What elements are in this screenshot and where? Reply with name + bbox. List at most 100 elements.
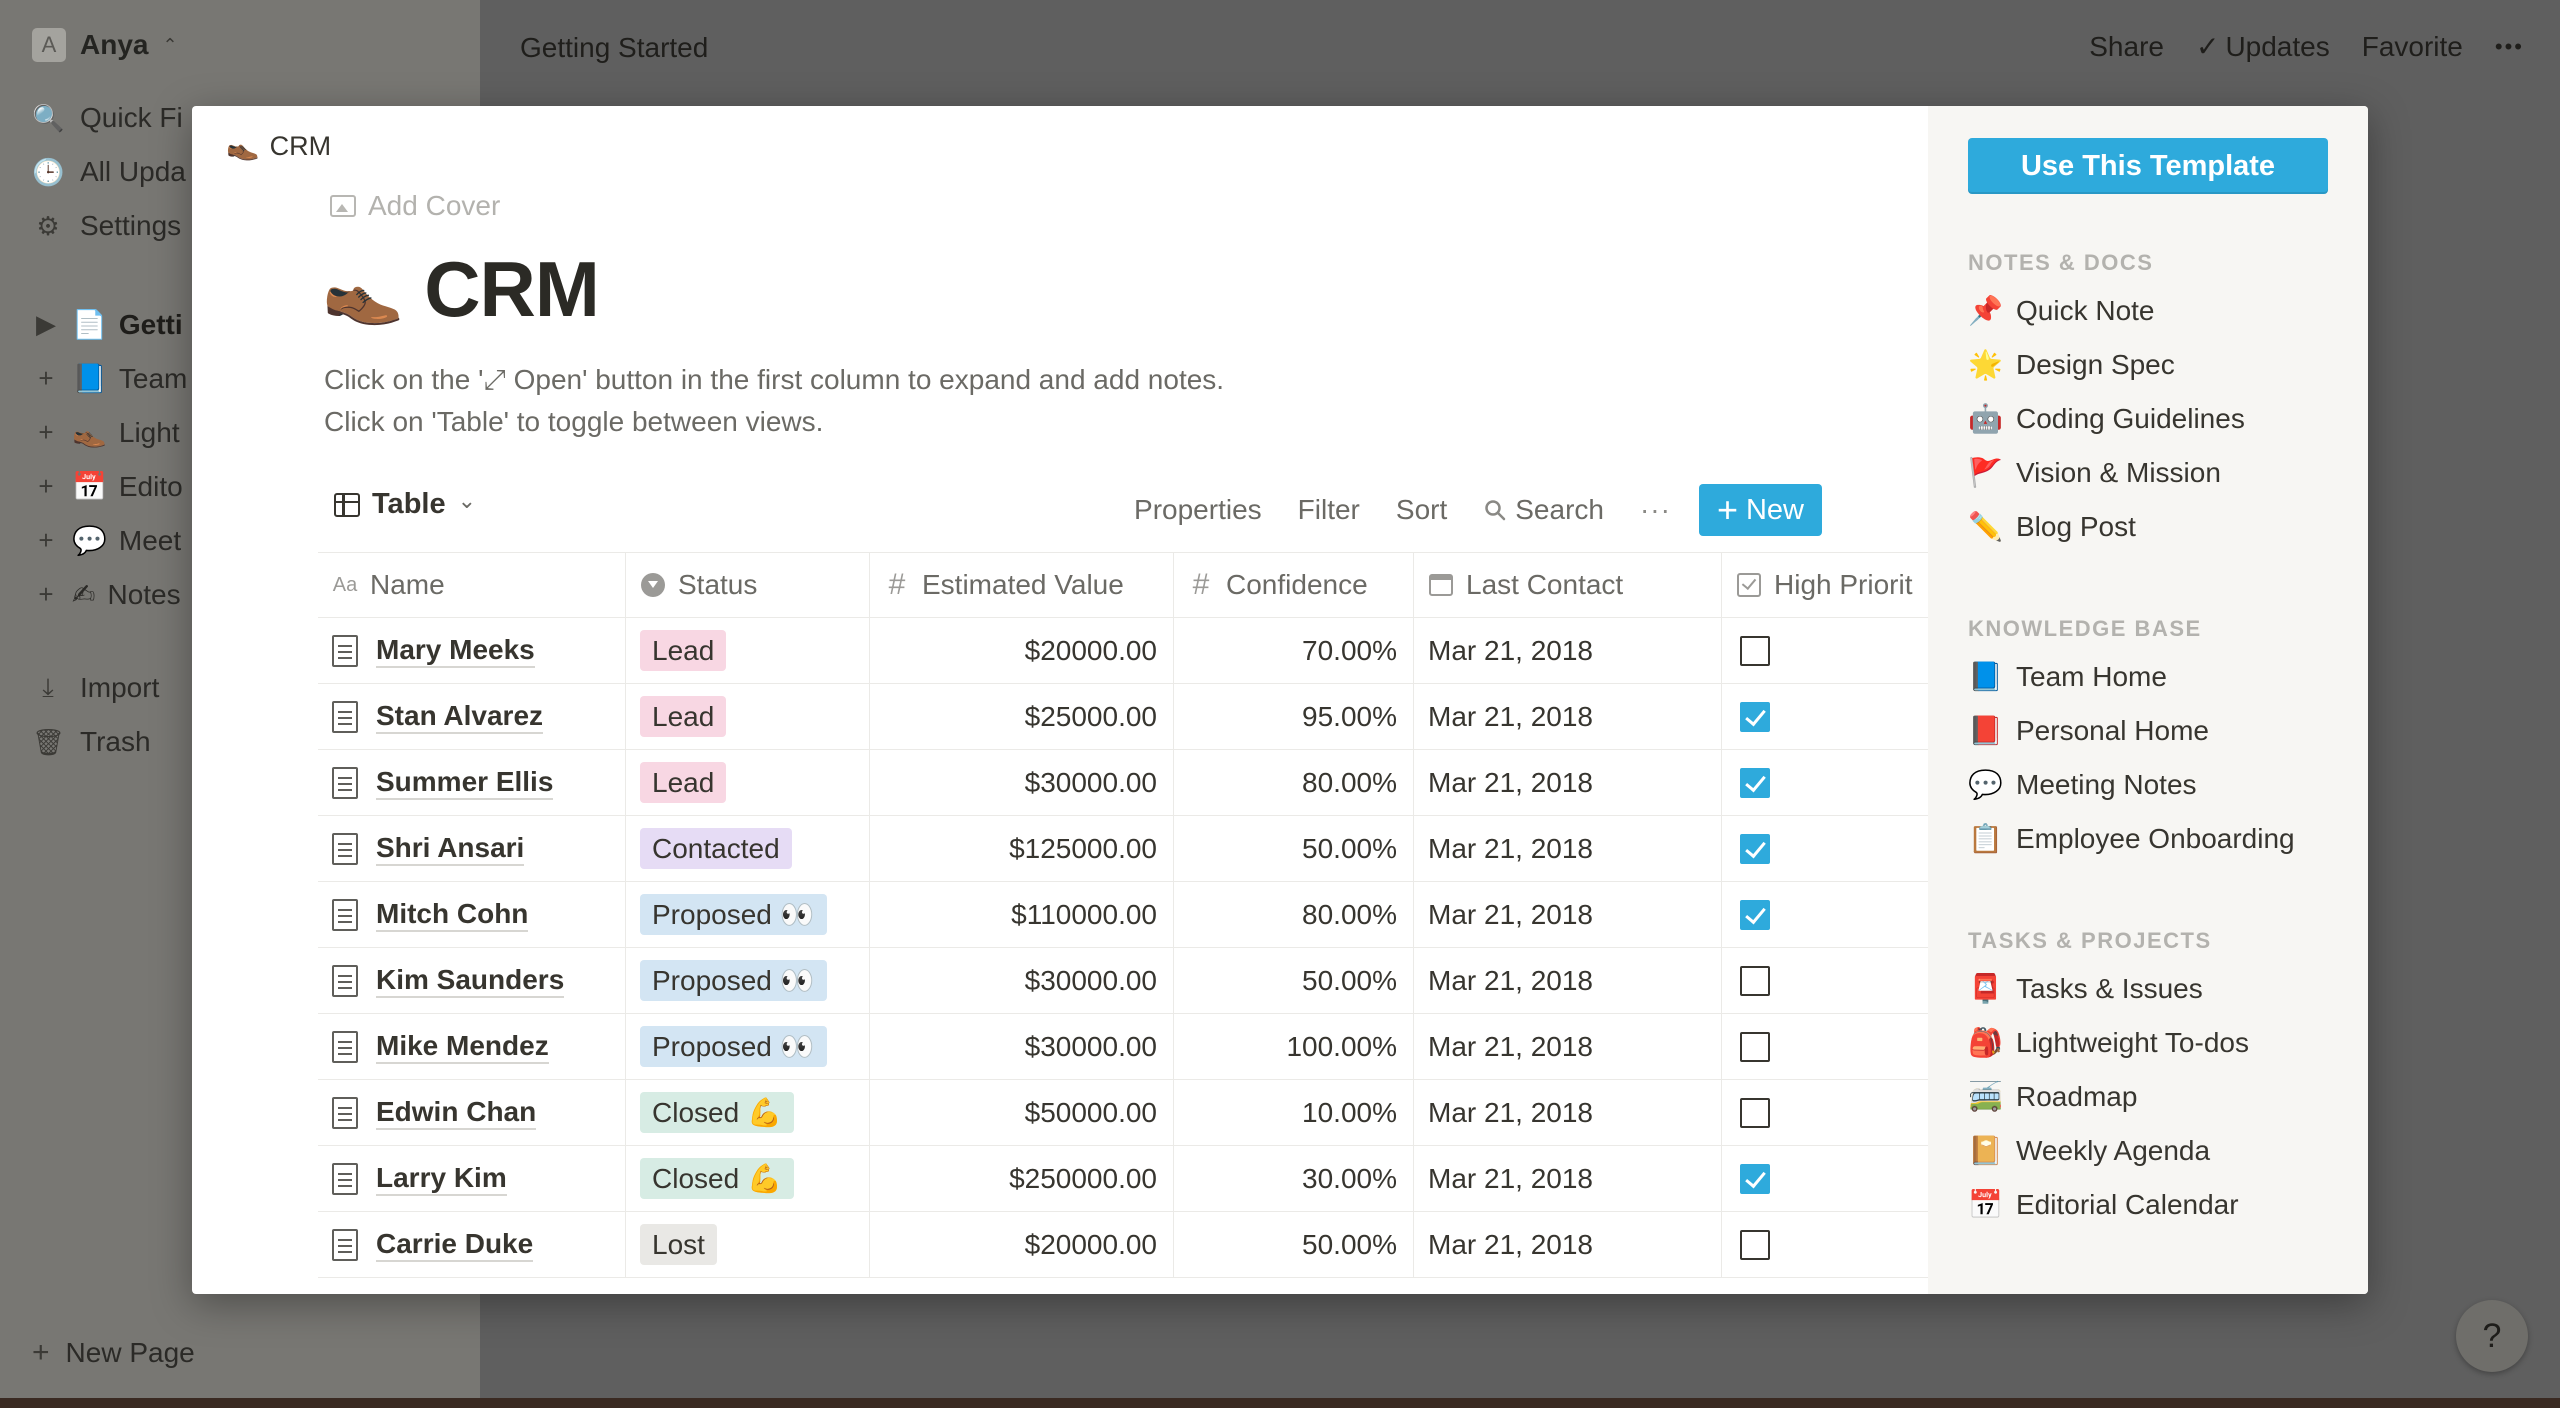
help-button[interactable]: ? xyxy=(2456,1300,2528,1372)
record-name[interactable]: Mike Mendez xyxy=(376,1029,549,1065)
sidebar-import[interactable]: ⤓ Import xyxy=(32,672,159,704)
sidebar-all-updates[interactable]: 🕒 All Upda xyxy=(32,156,186,188)
table-row[interactable]: Mary Meeks Lead $20000.00 70.00% Mar 21, 201… xyxy=(318,618,1928,684)
use-template-button[interactable]: Use This Template xyxy=(1968,138,2328,194)
record-name[interactable]: Mary Meeks xyxy=(376,633,535,669)
record-name[interactable]: Carrie Duke xyxy=(376,1227,534,1263)
cell-last-contact[interactable]: Mar 21, 2018 xyxy=(1414,816,1722,881)
cell-name[interactable]: Mitch Cohn xyxy=(318,882,626,947)
cell-estimated-value[interactable]: $125000.00 xyxy=(870,816,1174,881)
template-item[interactable]: ✏️ Blog Post xyxy=(1968,510,2136,543)
cell-status[interactable]: Proposed 👀 xyxy=(626,882,870,947)
column-header-last-contact[interactable]: Last Contact xyxy=(1414,553,1722,617)
plus-icon[interactable]: + xyxy=(32,471,60,502)
filter-button[interactable]: Filter xyxy=(1298,494,1360,526)
record-name[interactable]: Stan Alvarez xyxy=(376,699,544,735)
plus-icon[interactable]: + xyxy=(32,417,60,448)
cell-confidence[interactable]: 100.00% xyxy=(1174,1014,1414,1079)
cell-estimated-value[interactable]: $30000.00 xyxy=(870,1014,1174,1079)
cell-name[interactable]: Mary Meeks xyxy=(318,618,626,683)
column-header-high-priority[interactable]: High Priorit xyxy=(1722,553,1928,617)
template-item[interactable]: 🌟 Design Spec xyxy=(1968,348,2175,381)
updates-button[interactable]: ✓ Updates xyxy=(2196,30,2330,63)
view-switcher[interactable]: Table ⌄ xyxy=(334,488,476,521)
cell-last-contact[interactable]: Mar 21, 2018 xyxy=(1414,618,1722,683)
table-row[interactable]: Stan Alvarez Lead $25000.00 95.00% Mar 21, 2… xyxy=(318,684,1928,750)
page-title-text[interactable]: CRM xyxy=(424,244,600,335)
template-item[interactable]: 📕 Personal Home xyxy=(1968,714,2209,747)
priority-checkbox[interactable] xyxy=(1740,833,1770,864)
new-record-button[interactable]: + New xyxy=(1698,484,1822,536)
cell-name[interactable]: Summer Ellis xyxy=(318,750,626,815)
cell-name[interactable]: Edwin Chan xyxy=(318,1080,626,1145)
priority-checkbox[interactable] xyxy=(1740,1031,1770,1062)
cell-last-contact[interactable]: Mar 21, 2018 xyxy=(1414,1014,1722,1079)
cell-confidence[interactable]: 80.00% xyxy=(1174,750,1414,815)
column-header-name[interactable]: Aa Name xyxy=(318,553,626,617)
cell-name[interactable]: Carrie Duke xyxy=(318,1212,626,1277)
cell-status[interactable]: Proposed 👀 xyxy=(626,948,870,1013)
properties-button[interactable]: Properties xyxy=(1134,494,1262,526)
sidebar-page-getting-started[interactable]: ▶ 📄 Getti xyxy=(32,308,183,341)
cell-estimated-value[interactable]: $110000.00 xyxy=(870,882,1174,947)
cell-last-contact[interactable]: Mar 21, 2018 xyxy=(1414,948,1722,1013)
more-options-icon[interactable]: ••• xyxy=(2495,34,2524,60)
more-options-icon[interactable]: ··· xyxy=(1640,494,1671,526)
template-item[interactable]: 📅 Editorial Calendar xyxy=(1968,1188,2239,1221)
cell-status[interactable]: Proposed 👀 xyxy=(626,1014,870,1079)
priority-checkbox[interactable] xyxy=(1740,1097,1770,1128)
cell-confidence[interactable]: 30.00% xyxy=(1174,1146,1414,1211)
plus-icon[interactable]: + xyxy=(32,363,60,394)
cell-estimated-value[interactable]: $50000.00 xyxy=(870,1080,1174,1145)
template-item[interactable]: 📘 Team Home xyxy=(1968,660,2167,693)
sidebar-page-team[interactable]: + 📘 Team xyxy=(32,362,187,395)
cell-last-contact[interactable]: Mar 21, 2018 xyxy=(1414,750,1722,815)
new-page-button[interactable]: + New Page xyxy=(32,1336,195,1370)
cell-estimated-value[interactable]: $25000.00 xyxy=(870,684,1174,749)
record-name[interactable]: Larry Kim xyxy=(376,1161,507,1197)
cell-confidence[interactable]: 50.00% xyxy=(1174,948,1414,1013)
sidebar-page-light[interactable]: + 👞 Light xyxy=(32,416,179,449)
column-header-status[interactable]: Status xyxy=(626,553,870,617)
cell-last-contact[interactable]: Mar 21, 2018 xyxy=(1414,882,1722,947)
table-row[interactable]: Mitch Cohn Proposed 👀 $110000.00 80.00% Mar … xyxy=(318,882,1928,948)
cell-last-contact[interactable]: Mar 21, 2018 xyxy=(1414,684,1722,749)
cell-estimated-value[interactable]: $30000.00 xyxy=(870,948,1174,1013)
cell-estimated-value[interactable]: $250000.00 xyxy=(870,1146,1174,1211)
record-name[interactable]: Summer Ellis xyxy=(376,765,554,801)
record-name[interactable]: Edwin Chan xyxy=(376,1095,537,1131)
plus-icon[interactable]: + xyxy=(32,525,60,556)
workspace-switcher[interactable]: A Anya ⌃ xyxy=(32,28,178,62)
sidebar-page-notes[interactable]: + ✍ Notes xyxy=(32,578,180,611)
template-item[interactable]: 🚩 Vision & Mission xyxy=(1968,456,2221,489)
sidebar-page-meetings[interactable]: + 💬 Meet xyxy=(32,524,181,557)
template-item[interactable]: 💬 Meeting Notes xyxy=(1968,768,2197,801)
cell-confidence[interactable]: 95.00% xyxy=(1174,684,1414,749)
priority-checkbox[interactable] xyxy=(1740,1229,1770,1260)
priority-checkbox[interactable] xyxy=(1740,635,1770,666)
template-item[interactable]: 🤖 Coding Guidelines xyxy=(1968,402,2245,435)
share-button[interactable]: Share xyxy=(2089,31,2164,63)
cell-name[interactable]: Mike Mendez xyxy=(318,1014,626,1079)
cell-status[interactable]: Lead xyxy=(626,750,870,815)
cell-status[interactable]: Lost xyxy=(626,1212,870,1277)
search-button[interactable]: Search xyxy=(1483,494,1604,526)
priority-checkbox[interactable] xyxy=(1740,767,1770,798)
breadcrumb[interactable]: Getting Started xyxy=(520,32,708,64)
favorite-button[interactable]: Favorite xyxy=(2362,31,2463,63)
table-row[interactable]: Shri Ansari Contacted $125000.00 50.00% Mar … xyxy=(318,816,1928,882)
cell-last-contact[interactable]: Mar 21, 2018 xyxy=(1414,1212,1722,1277)
table-row[interactable]: Edwin Chan Closed 💪 $50000.00 10.00% Mar 21,… xyxy=(318,1080,1928,1146)
sidebar-trash[interactable]: 🗑 Trash xyxy=(32,726,151,758)
record-name[interactable]: Mitch Cohn xyxy=(376,897,529,933)
template-item[interactable]: 📮 Tasks & Issues xyxy=(1968,972,2203,1005)
cell-estimated-value[interactable]: $20000.00 xyxy=(870,1212,1174,1277)
cell-estimated-value[interactable]: $20000.00 xyxy=(870,618,1174,683)
sidebar-page-editorial[interactable]: + 📅 Edito xyxy=(32,470,182,503)
sidebar-quick-find[interactable]: 🔍 Quick Fi xyxy=(32,102,183,134)
plus-icon[interactable]: + xyxy=(32,579,60,610)
template-item[interactable]: 📔 Weekly Agenda xyxy=(1968,1134,2210,1167)
table-row[interactable]: Kim Saunders Proposed 👀 $30000.00 50.00% Mar… xyxy=(318,948,1928,1014)
cell-estimated-value[interactable]: $30000.00 xyxy=(870,750,1174,815)
expand-arrow-icon[interactable]: ▶ xyxy=(32,309,60,340)
